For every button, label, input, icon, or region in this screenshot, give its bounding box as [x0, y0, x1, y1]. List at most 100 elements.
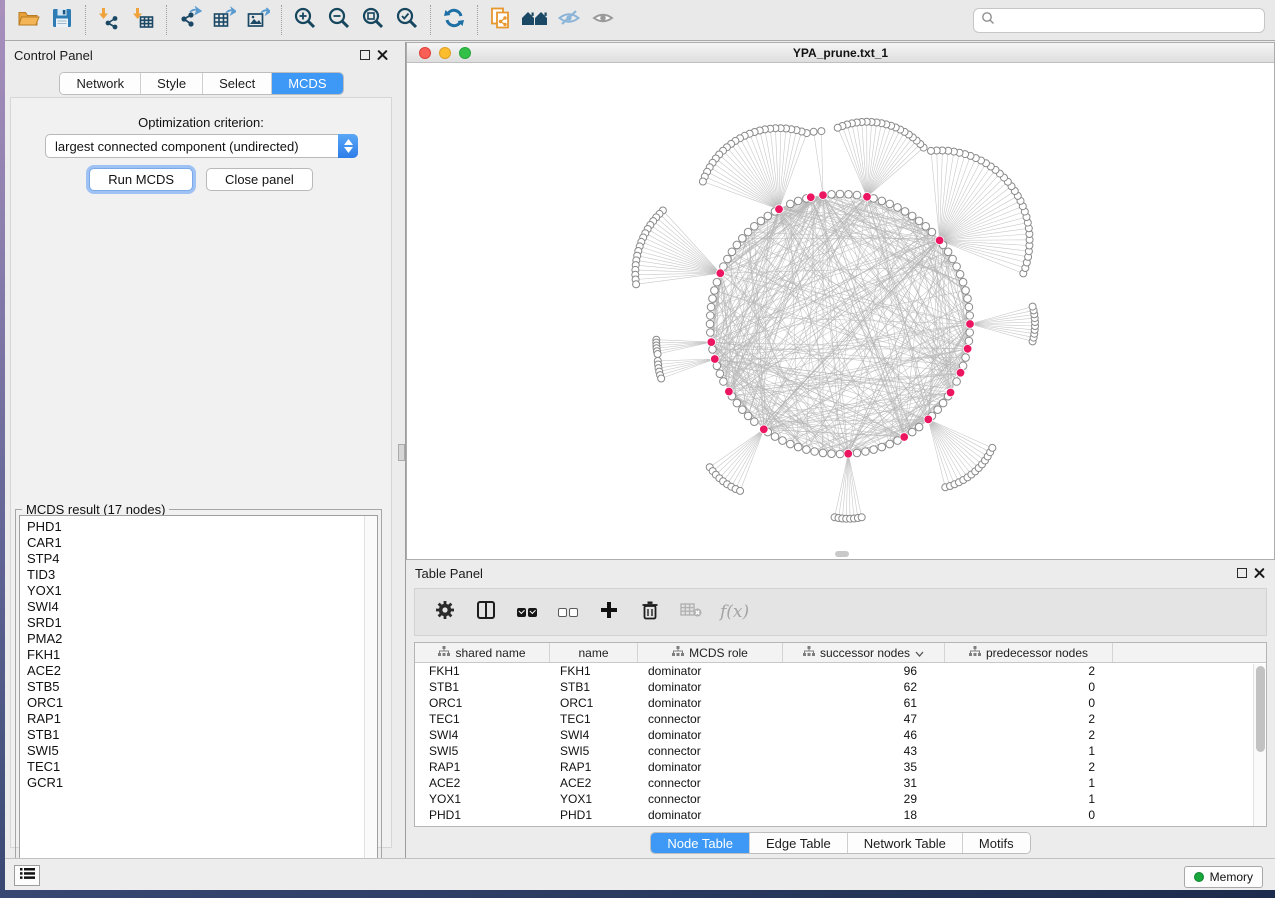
table-cell[interactable]: STB1 [550, 680, 638, 694]
table-cell[interactable]: RAP1 [415, 760, 550, 774]
list-item[interactable]: FKH1 [27, 647, 377, 663]
table-row[interactable]: PHD1PHD1dominator180 [415, 807, 1266, 823]
function-builder-button[interactable]: f(x) [720, 600, 749, 624]
table-cell[interactable]: 29 [783, 792, 945, 806]
create-column-button[interactable] [597, 600, 621, 624]
tab-select[interactable]: Select [203, 73, 272, 94]
search-input[interactable] [996, 14, 1264, 28]
network-hscrollbar[interactable] [835, 551, 849, 557]
list-item[interactable]: STB1 [27, 727, 377, 743]
table-cell[interactable]: dominator [638, 664, 783, 678]
open-file-button[interactable] [15, 7, 41, 33]
list-item[interactable]: PMA2 [27, 631, 377, 647]
table-cell[interactable]: 18 [783, 808, 945, 822]
tab-edge-table[interactable]: Edge Table [750, 833, 848, 853]
table-cell[interactable]: PHD1 [415, 808, 550, 822]
table-cell[interactable]: 1 [945, 776, 1113, 790]
deselect-all-button[interactable] [556, 600, 580, 624]
column-header-MCDS-role[interactable]: MCDS role [638, 643, 783, 662]
duplicate-network-button[interactable] [488, 7, 514, 33]
list-item[interactable]: SWI5 [27, 743, 377, 759]
table-cell[interactable]: FKH1 [415, 664, 550, 678]
table-cell[interactable]: dominator [638, 808, 783, 822]
list-item[interactable]: STP4 [27, 551, 377, 567]
import-table-button[interactable] [130, 7, 156, 33]
tab-style[interactable]: Style [141, 73, 203, 94]
table-cell[interactable]: connector [638, 744, 783, 758]
tab-node-table[interactable]: Node Table [651, 833, 750, 853]
table-cell[interactable]: 46 [783, 728, 945, 742]
table-cell[interactable]: dominator [638, 680, 783, 694]
table-cell[interactable]: 2 [945, 664, 1113, 678]
table-cell[interactable]: 0 [945, 680, 1113, 694]
table-row[interactable]: ACE2ACE2connector311 [415, 775, 1266, 791]
table-row[interactable]: RAP1RAP1dominator352 [415, 759, 1266, 775]
table-cell[interactable]: connector [638, 776, 783, 790]
table-cell[interactable]: YOX1 [415, 792, 550, 806]
table-settings-button[interactable] [433, 600, 457, 624]
table-cell[interactable]: 31 [783, 776, 945, 790]
save-session-button[interactable] [49, 7, 75, 33]
show-task-history-button[interactable] [14, 865, 40, 886]
table-cell[interactable]: SWI5 [550, 744, 638, 758]
list-item[interactable]: GCR1 [27, 775, 377, 791]
table-cell[interactable]: SWI5 [415, 744, 550, 758]
close-panel-icon[interactable] [377, 50, 388, 61]
table-cell[interactable]: PHD1 [550, 808, 638, 822]
table-cell[interactable]: 47 [783, 712, 945, 726]
list-item[interactable]: ACE2 [27, 663, 377, 679]
float-panel-icon[interactable] [360, 50, 370, 60]
mcds-result-list[interactable]: PHD1CAR1STP4TID3YOX1SWI4SRD1PMA2FKH1ACE2… [19, 515, 378, 877]
tab-network-table[interactable]: Network Table [848, 833, 963, 853]
table-cell[interactable]: 43 [783, 744, 945, 758]
tab-network[interactable]: Network [60, 73, 141, 94]
list-item[interactable]: YOX1 [27, 583, 377, 599]
table-cell[interactable]: 35 [783, 760, 945, 774]
network-canvas[interactable] [407, 63, 1274, 559]
column-header-name[interactable]: name [550, 643, 638, 662]
zoom-selected-button[interactable] [394, 7, 420, 33]
export-image-button[interactable] [245, 7, 271, 33]
table-cell[interactable]: 1 [945, 744, 1113, 758]
table-cell[interactable]: 61 [783, 696, 945, 710]
search-field[interactable] [973, 8, 1265, 33]
list-item[interactable]: ORC1 [27, 695, 377, 711]
show-column-panel-button[interactable] [474, 600, 498, 624]
table-cell[interactable]: 2 [945, 712, 1113, 726]
splitter-handle[interactable] [398, 444, 405, 461]
table-cell[interactable]: SWI4 [415, 728, 550, 742]
table-row[interactable]: FKH1FKH1dominator962 [415, 663, 1266, 679]
list-item[interactable]: RAP1 [27, 711, 377, 727]
table-cell[interactable]: FKH1 [550, 664, 638, 678]
zoom-in-button[interactable] [292, 7, 318, 33]
column-header-shared-name[interactable]: shared name [415, 643, 550, 662]
table-row[interactable]: YOX1YOX1connector291 [415, 791, 1266, 807]
table-cell[interactable]: dominator [638, 728, 783, 742]
table-cell[interactable]: 0 [945, 696, 1113, 710]
column-header-predecessor-nodes[interactable]: predecessor nodes [945, 643, 1113, 662]
refresh-layout-button[interactable] [441, 7, 467, 33]
table-cell[interactable]: connector [638, 712, 783, 726]
select-all-button[interactable] [515, 600, 539, 624]
export-network-button[interactable] [177, 7, 203, 33]
table-cell[interactable]: 2 [945, 760, 1113, 774]
column-header-successor-nodes[interactable]: successor nodes [783, 643, 945, 662]
table-row[interactable]: SWI4SWI4dominator462 [415, 727, 1266, 743]
export-table-button[interactable] [211, 7, 237, 33]
optimization-criterion-select[interactable]: largest connected component (undirected) [45, 134, 358, 158]
table-row[interactable]: SWI5SWI5connector431 [415, 743, 1266, 759]
list-item[interactable]: STB5 [27, 679, 377, 695]
table-cell[interactable]: 2 [945, 728, 1113, 742]
close-panel-button[interactable]: Close panel [206, 168, 313, 191]
hide-panels-button[interactable] [556, 7, 582, 33]
show-panels-button[interactable] [590, 7, 616, 33]
table-row[interactable]: ORC1ORC1dominator610 [415, 695, 1266, 711]
table-cell[interactable]: 0 [945, 808, 1113, 822]
list-item[interactable]: SWI4 [27, 599, 377, 615]
delete-column-button[interactable] [638, 600, 662, 624]
list-item[interactable]: CAR1 [27, 535, 377, 551]
table-row[interactable]: STB1STB1dominator620 [415, 679, 1266, 695]
table-cell[interactable]: RAP1 [550, 760, 638, 774]
table-cell[interactable]: 1 [945, 792, 1113, 806]
table-cell[interactable]: STB1 [415, 680, 550, 694]
